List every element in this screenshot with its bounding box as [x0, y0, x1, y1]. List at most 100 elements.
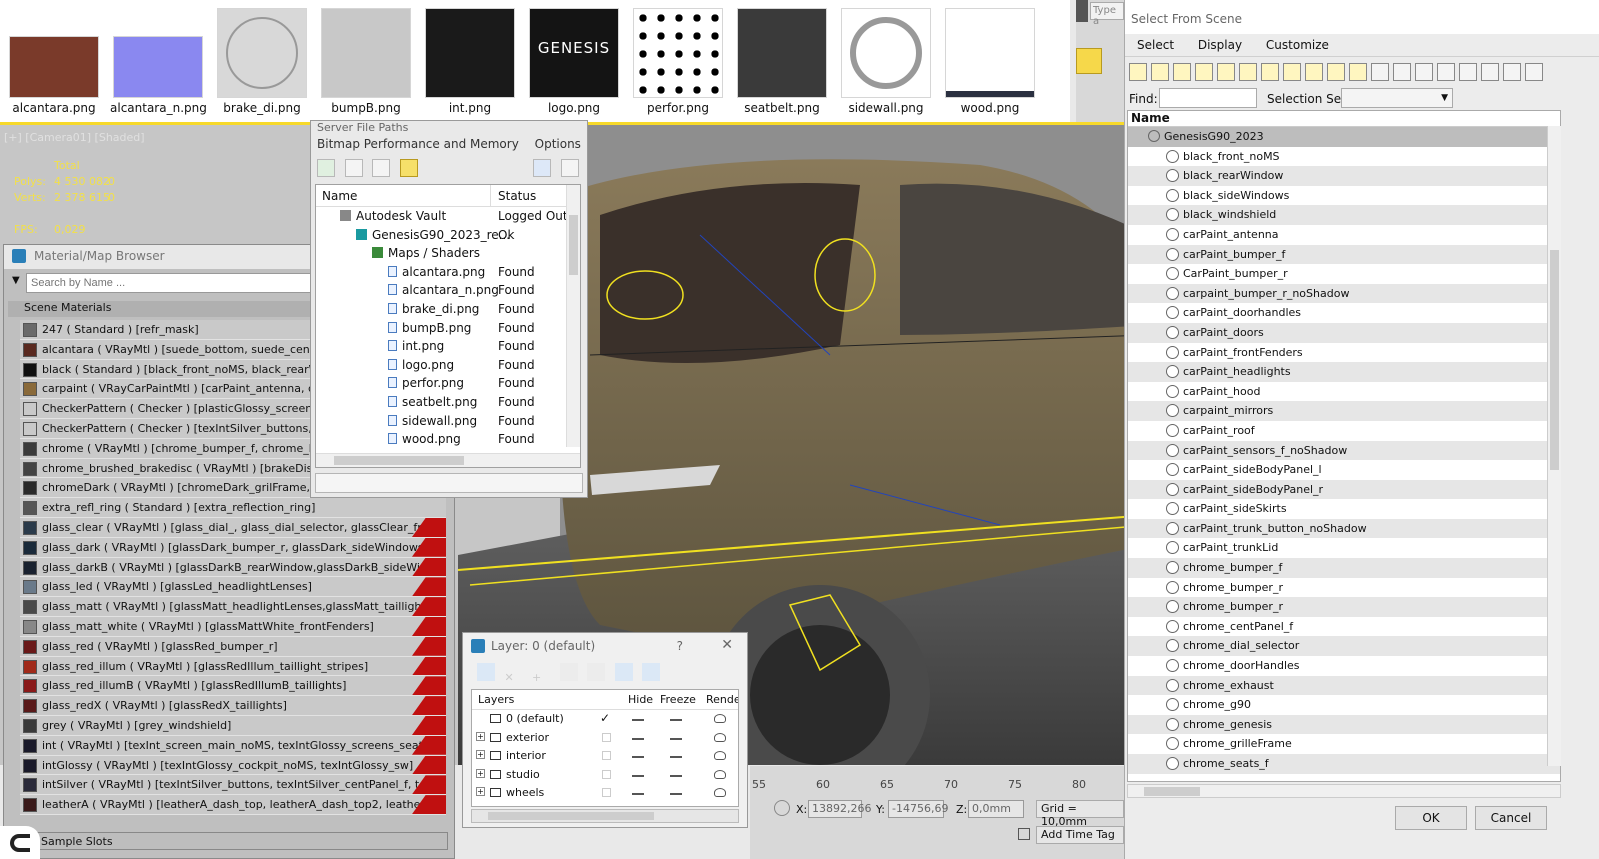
freeze-toggle-icon[interactable]: [670, 774, 682, 777]
add-selection-icon[interactable]: [559, 663, 578, 681]
render-toggle-icon[interactable]: [714, 714, 726, 723]
set-current-checkbox[interactable]: [602, 751, 611, 761]
expand-icon[interactable]: +: [476, 768, 485, 778]
col-status[interactable]: Status: [498, 189, 536, 203]
material-row[interactable]: intGlossy ( VRayMtl ) [texIntGlossy_cock…: [20, 755, 446, 776]
type-command-input[interactable]: Type a: [1090, 2, 1124, 27]
transform-type-in-icon[interactable]: [774, 800, 790, 816]
filter-toggle-icon[interactable]: [1349, 63, 1367, 81]
material-row[interactable]: grey ( VRayMtl ) [grey_windshield]: [20, 715, 446, 736]
material-row[interactable]: int ( VRayMtl ) [texInt_screen_main_noMS…: [20, 735, 446, 756]
layer-manager-icon[interactable]: [477, 663, 495, 681]
asset-row[interactable]: int.png Found: [316, 337, 580, 356]
menu-customize[interactable]: Customize: [1266, 38, 1329, 52]
scene-object-row[interactable]: chrome_doorHandles: [1128, 656, 1560, 676]
sample-slots-section[interactable]: Sample Slots: [34, 832, 448, 850]
help-icon[interactable]: [561, 159, 579, 177]
scene-root-row[interactable]: GenesisG90_2023: [1128, 127, 1560, 147]
scene-object-row[interactable]: black_rearWindow: [1128, 166, 1560, 186]
hide-toggle-icon[interactable]: [632, 719, 644, 721]
hide-toggle-icon[interactable]: [632, 774, 644, 777]
filter-toggle-icon[interactable]: [1459, 63, 1477, 81]
freeze-toggle-icon[interactable]: [670, 793, 682, 796]
texture-thumbnail[interactable]: int.png: [422, 8, 518, 115]
render-toggle-icon[interactable]: [714, 751, 726, 761]
asset-row[interactable]: wood.png Found: [316, 430, 580, 449]
filter-toggle-icon[interactable]: [1503, 63, 1521, 81]
asset-row[interactable]: seatbelt.png Found: [316, 393, 580, 412]
scene-object-row[interactable]: chrome_bumper_r: [1128, 597, 1560, 617]
selection-set-dropdown[interactable]: ▼: [1341, 88, 1453, 108]
layer-horizontal-scrollbar[interactable]: [471, 809, 739, 823]
scene-object-row[interactable]: chrome_g90: [1128, 695, 1560, 715]
scene-object-row[interactable]: carPaint_antenna: [1128, 225, 1560, 245]
texture-thumbnail[interactable]: brake_di.png: [214, 8, 310, 115]
material-row[interactable]: glass_dark ( VRayMtl ) [glassDark_bumper…: [20, 537, 446, 558]
asset-row[interactable]: GenesisG90_2023_re... Ok: [316, 226, 580, 245]
scene-object-row[interactable]: chrome_centPanel_f: [1128, 617, 1560, 637]
asset-row[interactable]: sidewall.png Found: [316, 412, 580, 431]
asset-menu-top[interactable]: Server File Paths: [311, 121, 587, 135]
material-row[interactable]: glass_darkB ( VRayMtl ) [glassDarkB_rear…: [20, 557, 446, 578]
material-row[interactable]: leatherA ( VRayMtl ) [leatherA_dash_top,…: [20, 795, 446, 815]
col-layers[interactable]: Layers: [478, 693, 514, 706]
max-logo-icon[interactable]: [0, 826, 40, 859]
list-view-icon[interactable]: [344, 159, 363, 177]
timeline-ticks[interactable]: 55 60 65 70 75 80: [750, 778, 1124, 794]
vault-settings-icon[interactable]: [533, 159, 551, 177]
sfs-col-name[interactable]: Name: [1128, 111, 1560, 127]
filter-toggle-icon[interactable]: [1415, 63, 1433, 81]
set-current-checkbox[interactable]: [602, 769, 611, 779]
texture-thumbnail[interactable]: sidewall.png: [838, 8, 934, 115]
scene-object-row[interactable]: carPaint_headlights: [1128, 362, 1560, 382]
freeze-toggle-icon[interactable]: [670, 756, 682, 759]
set-current-checkbox[interactable]: [602, 788, 611, 798]
scene-object-row[interactable]: black_front_noMS: [1128, 147, 1560, 167]
layer-help-button[interactable]: ?: [677, 639, 683, 653]
add-time-tag-button[interactable]: Add Time Tag: [1036, 826, 1124, 844]
col-freeze[interactable]: Freeze: [660, 693, 696, 706]
viewport-label[interactable]: [+] [Camera01] [Shaded]: [4, 131, 145, 144]
scene-object-row[interactable]: carPaint_frontFenders: [1128, 343, 1560, 363]
filter-toggle-icon[interactable]: [1261, 63, 1279, 81]
scene-object-row[interactable]: chrome_dial_selector: [1128, 636, 1560, 657]
freeze-toggle-icon[interactable]: [670, 737, 682, 740]
sfs-horizontal-scrollbar[interactable]: [1127, 784, 1561, 798]
scene-object-row[interactable]: carPaint_sideBodyPanel_r: [1128, 479, 1560, 500]
layer-row[interactable]: + exterior: [472, 729, 738, 748]
filter-toggle-icon[interactable]: [1305, 63, 1323, 81]
add-layer-icon[interactable]: +: [532, 671, 550, 689]
texture-thumbnail[interactable]: bumpB.png: [318, 8, 414, 115]
z-coordinate-field[interactable]: 0,0mm: [968, 800, 1024, 818]
material-row[interactable]: glass_red ( VRayMtl ) [glassRed_bumper_r…: [20, 636, 446, 657]
asset-row[interactable]: Autodesk Vault Logged Out ...: [316, 207, 580, 226]
x-coordinate-field[interactable]: 13892,266: [808, 800, 872, 818]
asset-row[interactable]: Maps / Shaders: [316, 244, 580, 263]
filter-toggle-icon[interactable]: [1151, 63, 1169, 81]
filter-toggle-icon[interactable]: [1195, 63, 1213, 81]
tree-view-icon[interactable]: [372, 159, 390, 177]
ok-button[interactable]: OK: [1395, 806, 1467, 830]
scene-object-row[interactable]: carPaint_hood: [1128, 382, 1560, 402]
current-layer-check-icon[interactable]: ✓: [600, 711, 610, 725]
scene-object-row[interactable]: carPaint_sensors_f_noShadow: [1128, 440, 1560, 461]
layer-row[interactable]: + wheels: [472, 784, 738, 803]
material-row[interactable]: glass_red_illumB ( VRayMtl ) [glassRedIl…: [20, 676, 446, 697]
time-tag-icon[interactable]: [1018, 828, 1030, 840]
scene-object-row[interactable]: chrome_bumper_f: [1128, 558, 1560, 578]
menu-display[interactable]: Display: [1198, 38, 1242, 52]
expand-icon[interactable]: +: [476, 750, 485, 760]
layer-settings-icon[interactable]: [642, 663, 660, 681]
sfs-vertical-scrollbar[interactable]: [1547, 126, 1561, 766]
filter-toggle-icon[interactable]: [1437, 63, 1455, 81]
scene-object-row[interactable]: black_sideWindows: [1128, 186, 1560, 206]
filter-toggle-icon[interactable]: [1217, 63, 1235, 81]
asset-row[interactable]: perfor.png Found: [316, 374, 580, 393]
col-name[interactable]: Name: [322, 189, 357, 203]
table-view-icon[interactable]: [399, 159, 418, 177]
scene-object-row[interactable]: carPaint_sideBodyPanel_l: [1128, 460, 1560, 480]
material-row[interactable]: glass_matt ( VRayMtl ) [glassMatt_headli…: [20, 597, 446, 617]
menu-options[interactable]: Options: [535, 137, 581, 151]
scene-object-row[interactable]: carpaint_mirrors: [1128, 401, 1560, 421]
scene-object-row[interactable]: carPaint_sideSkirts: [1128, 499, 1560, 519]
